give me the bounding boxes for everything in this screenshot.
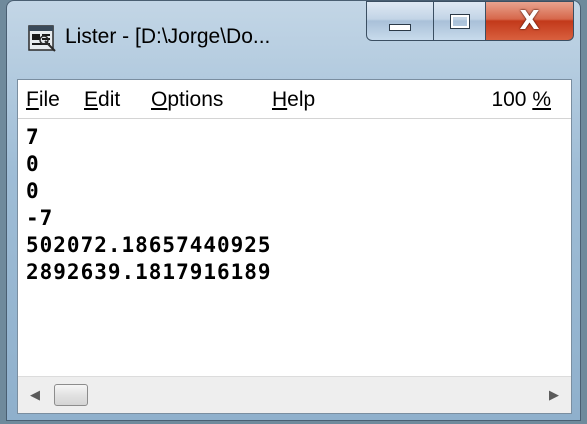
content-line: 0 xyxy=(26,179,40,203)
menu-zoom[interactable]: 100 % xyxy=(491,88,551,112)
content-line: 502072.18657440925 xyxy=(26,233,272,257)
close-icon: X xyxy=(519,6,540,36)
zoom-value: 100 xyxy=(491,88,533,111)
caption-buttons: X xyxy=(366,1,574,41)
menu-help-label: elp xyxy=(287,88,316,111)
scroll-left-button[interactable]: ◀ xyxy=(18,377,52,413)
minimize-icon xyxy=(389,23,411,31)
lister-app-icon[interactable] xyxy=(27,23,57,53)
menu-bar: File Edit Options Help 100 % xyxy=(18,80,571,119)
scroll-right-button[interactable]: ▶ xyxy=(537,377,571,413)
content-line: 2892639.1817916189 xyxy=(26,260,272,284)
minimize-button[interactable] xyxy=(366,1,434,41)
menu-options-accel: O xyxy=(151,88,168,111)
content-line: -7 xyxy=(26,206,54,230)
arrow-right-icon: ▶ xyxy=(549,387,559,403)
menu-file-label: ile xyxy=(38,88,60,111)
close-button[interactable]: X xyxy=(486,1,574,41)
window-title: Lister - [D:\Jorge\Do... xyxy=(65,25,271,48)
scrollbar-thumb[interactable] xyxy=(54,384,88,406)
title-bar[interactable]: Lister - [D:\Jorge\Do... X xyxy=(7,1,580,79)
maximize-icon xyxy=(449,13,470,29)
lister-window: Lister - [D:\Jorge\Do... X File Edit Opt… xyxy=(6,0,581,421)
menu-edit-label: dit xyxy=(98,88,121,111)
menu-edit[interactable]: Edit xyxy=(84,88,120,112)
zoom-accel: % xyxy=(532,88,551,111)
client-area: File Edit Options Help 100 % 7 0 0 -7 50… xyxy=(17,79,572,414)
arrow-left-icon: ◀ xyxy=(30,387,40,403)
horizontal-scrollbar[interactable]: ◀ ▶ xyxy=(18,376,571,413)
menu-help[interactable]: Help xyxy=(272,88,315,112)
content-line: 7 xyxy=(26,125,40,149)
menu-options-label: ptions xyxy=(167,88,224,111)
menu-options[interactable]: Options xyxy=(151,88,223,112)
menu-help-accel: H xyxy=(272,88,288,111)
file-content[interactable]: 7 0 0 -7 502072.18657440925 2892639.1817… xyxy=(18,119,571,377)
maximize-button[interactable] xyxy=(434,1,486,41)
menu-file-accel: F xyxy=(26,88,39,111)
menu-file[interactable]: File xyxy=(26,88,60,112)
content-line: 0 xyxy=(26,152,40,176)
menu-edit-accel: E xyxy=(84,88,99,111)
